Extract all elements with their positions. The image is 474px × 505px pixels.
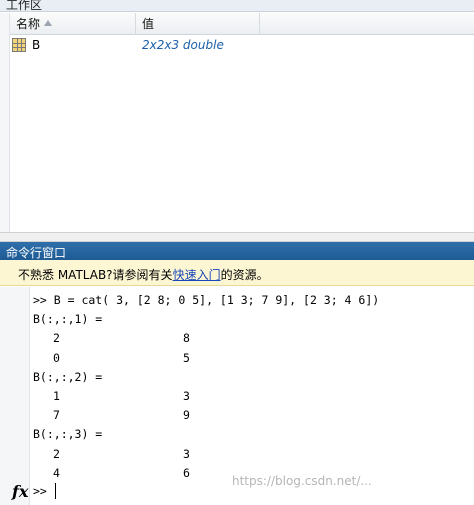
workspace-title-bar: 工作区 bbox=[0, 0, 474, 12]
matrix-row: 79 bbox=[53, 408, 190, 423]
output-label: B(:,:,3) = bbox=[33, 427, 103, 442]
quick-start-link[interactable]: 快速入门 bbox=[173, 268, 221, 282]
column-header-value[interactable]: 值 bbox=[136, 13, 260, 35]
matrix-row: 05 bbox=[53, 350, 190, 365]
variable-row[interactable]: B 2x2x3 double bbox=[10, 36, 474, 56]
output-label: B(:,:,2) = bbox=[33, 369, 103, 384]
workspace-left-strip bbox=[0, 13, 10, 232]
matrix-row: 23 bbox=[53, 446, 190, 461]
console-output: >> B = cat( 3, [2 8; 0 5], [1 3; 7 9], [… bbox=[33, 291, 473, 483]
fx-function-browser-icon[interactable]: fx bbox=[12, 482, 28, 501]
command-window-body[interactable]: >> B = cat( 3, [2 8; 0 5], [1 3; 7 9], [… bbox=[0, 287, 474, 505]
command-prompt: >> bbox=[33, 484, 47, 498]
panel-splitter[interactable] bbox=[0, 232, 474, 242]
matrix-row: 28 bbox=[53, 331, 190, 346]
variable-value: 2x2x3 double bbox=[142, 38, 224, 52]
watermark: https://blog.csdn.net/... bbox=[232, 474, 372, 488]
text-caret bbox=[55, 483, 56, 499]
column-header-name[interactable]: 名称 bbox=[10, 13, 136, 35]
command-input-line: >> B = cat( 3, [2 8; 0 5], [1 3; 7 9], [… bbox=[33, 293, 380, 307]
workspace-table-header: 名称 值 bbox=[10, 13, 474, 35]
variable-name: B bbox=[32, 38, 41, 52]
workspace-variable-list: B 2x2x3 double bbox=[10, 36, 474, 232]
matrix-row: 13 bbox=[53, 388, 190, 403]
matrix-variable-icon bbox=[12, 38, 26, 52]
output-label: B(:,:,1) = bbox=[33, 312, 103, 327]
sort-ascending-icon bbox=[44, 20, 53, 26]
workspace-title: 工作区 bbox=[6, 0, 43, 12]
getting-started-notice: 不熟悉 MATLAB?请参阅有关快速入门的资源。 bbox=[0, 260, 474, 286]
command-window-title-bar: 命令行窗口 bbox=[0, 242, 474, 260]
command-window-title: 命令行窗口 bbox=[6, 246, 67, 260]
command-window-gutter bbox=[0, 287, 30, 505]
